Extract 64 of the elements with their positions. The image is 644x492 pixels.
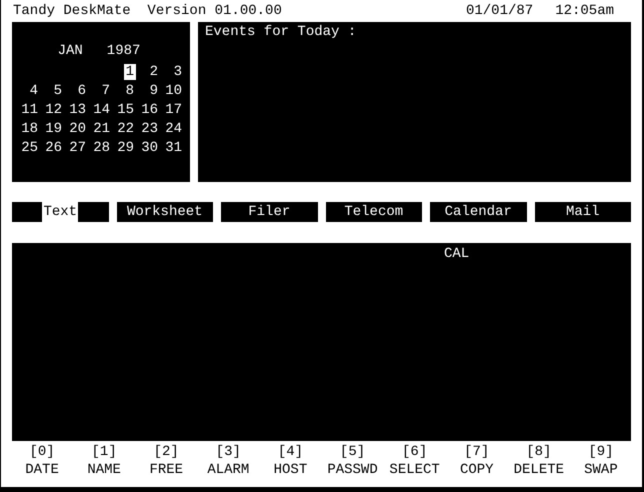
calendar-day[interactable]: 29 [115, 140, 136, 156]
calendar-day[interactable]: 21 [91, 120, 112, 136]
calendar-day[interactable]: 15 [115, 102, 136, 118]
calendar-day[interactable]: 22 [115, 120, 136, 136]
function-key[interactable]: [8] [526, 445, 552, 459]
calendar-day[interactable]: 13 [67, 102, 88, 118]
function-label: NAME [87, 463, 121, 477]
function-key[interactable]: [9] [588, 445, 614, 459]
app-tab[interactable]: Text [12, 202, 108, 222]
function-label: DELETE [514, 463, 564, 477]
calendar-day[interactable]: 12 [43, 102, 64, 118]
function-label: HOST [274, 463, 308, 477]
calendar-day[interactable]: 7 [100, 82, 112, 98]
month-label: JAN [58, 44, 83, 61]
calendar-day[interactable]: 19 [43, 120, 64, 136]
function-key[interactable]: [5] [340, 445, 366, 459]
calendar-day[interactable]: 28 [91, 140, 112, 156]
calendar-day[interactable]: 27 [67, 140, 88, 156]
calendar-day[interactable]: 6 [76, 82, 88, 98]
function-label: DATE [25, 463, 59, 477]
time-text: 12:05am [555, 4, 614, 18]
file-item[interactable]: CAL [444, 247, 470, 261]
function-label: SWAP [584, 463, 618, 477]
calendar-day[interactable]: 14 [91, 102, 112, 118]
function-label: ALARM [207, 463, 250, 477]
function-key[interactable]: [1] [92, 445, 117, 459]
calendar-day[interactable]: 23 [139, 120, 160, 136]
calendar-day[interactable]: 17 [163, 102, 184, 118]
calendar-day[interactable]: 2 [148, 64, 160, 80]
function-key[interactable]: [7] [464, 445, 490, 459]
calendar-day[interactable]: 20 [67, 120, 88, 136]
calendar-day[interactable]: 1 [124, 64, 136, 80]
app-title: Tandy DeskMate Version 01.00.00 [13, 4, 282, 18]
calendar-day[interactable]: 8 [124, 82, 136, 98]
app-tab[interactable]: Mail [534, 202, 631, 222]
function-key[interactable]: [3] [216, 445, 241, 459]
app-tab[interactable]: Telecom [326, 202, 422, 222]
function-label: SELECT [389, 463, 440, 477]
calendar-day[interactable]: 9 [148, 82, 160, 98]
function-label: COPY [460, 463, 494, 477]
app-tab[interactable]: Worksheet [116, 202, 213, 222]
function-key[interactable]: [4] [278, 445, 304, 459]
function-key[interactable]: [2] [154, 445, 179, 459]
calendar-day[interactable]: 4 [28, 82, 40, 98]
calendar-day[interactable]: 11 [19, 102, 40, 118]
calendar-day[interactable]: 30 [139, 140, 160, 156]
events-heading: Events for Today : [205, 24, 356, 40]
calendar-day[interactable]: 5 [52, 82, 64, 98]
app-tab[interactable]: Calendar [430, 202, 526, 222]
calendar-day[interactable]: 10 [163, 82, 184, 98]
app-tab[interactable]: Filer [221, 202, 318, 222]
calendar-day[interactable]: 16 [139, 102, 160, 118]
calendar-day[interactable]: 25 [19, 140, 40, 156]
date-text: 01/01/87 [466, 4, 534, 18]
function-key[interactable]: [0] [29, 445, 55, 459]
year-label: 1987 [106, 44, 140, 61]
calendar-day[interactable]: 18 [19, 120, 40, 136]
function-label: FREE [149, 463, 184, 477]
function-label: PASSWD [327, 463, 378, 477]
calendar-day[interactable]: 3 [172, 64, 184, 80]
function-key[interactable]: [6] [402, 445, 428, 459]
calendar-day[interactable]: 24 [163, 120, 184, 136]
calendar-day[interactable]: 26 [43, 140, 64, 156]
calendar-day[interactable]: 31 [163, 140, 184, 156]
